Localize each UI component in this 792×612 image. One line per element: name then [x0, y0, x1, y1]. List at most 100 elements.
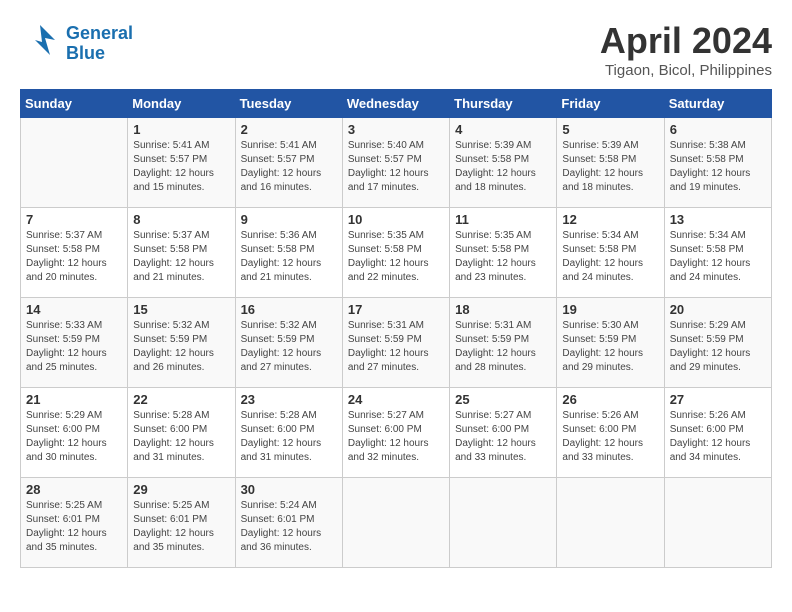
day-number: 10	[348, 212, 444, 227]
calendar-week-row: 14 Sunrise: 5:33 AM Sunset: 5:59 PM Dayli…	[21, 298, 772, 388]
day-content: Sunrise: 5:31 AM Sunset: 5:59 PM Dayligh…	[455, 319, 551, 375]
calendar-cell: 18 Sunrise: 5:31 AM Sunset: 5:59 PM Dayli…	[450, 298, 557, 388]
calendar-cell	[450, 478, 557, 568]
weekday-header: Sunday	[21, 90, 128, 118]
logo-line1: General	[66, 23, 133, 43]
calendar-cell	[21, 118, 128, 208]
day-number: 23	[241, 392, 337, 407]
logo-text: General Blue	[66, 24, 133, 64]
day-number: 24	[348, 392, 444, 407]
day-content: Sunrise: 5:26 AM Sunset: 6:00 PM Dayligh…	[670, 409, 766, 465]
calendar-cell: 1Sunrise: 5:41 AM Sunset: 5:57 PM Daylig…	[128, 118, 235, 208]
day-content: Sunrise: 5:26 AM Sunset: 6:00 PM Dayligh…	[562, 409, 658, 465]
calendar-cell: 29 Sunrise: 5:25 AM Sunset: 6:01 PM Dayli…	[128, 478, 235, 568]
day-content: Sunrise: 5:25 AM Sunset: 6:01 PM Dayligh…	[133, 499, 229, 555]
calendar-cell	[557, 478, 664, 568]
day-number: 7	[26, 212, 122, 227]
day-content: Sunrise: 5:38 AM Sunset: 5:58 PM Dayligh…	[670, 139, 766, 195]
title-block: April 2024 Tigaon, Bicol, Philippines	[600, 20, 772, 79]
day-content: Sunrise: 5:39 AM Sunset: 5:58 PM Dayligh…	[455, 139, 551, 195]
calendar-cell: 10 Sunrise: 5:35 AM Sunset: 5:58 PM Dayli…	[342, 208, 449, 298]
day-number: 21	[26, 392, 122, 407]
calendar-week-row: 1Sunrise: 5:41 AM Sunset: 5:57 PM Daylig…	[21, 118, 772, 208]
day-content: Sunrise: 5:24 AM Sunset: 6:01 PM Dayligh…	[241, 499, 337, 555]
day-content: Sunrise: 5:39 AM Sunset: 5:58 PM Dayligh…	[562, 139, 658, 195]
day-number: 20	[670, 302, 766, 317]
calendar-cell: 5 Sunrise: 5:39 AM Sunset: 5:58 PM Daylig…	[557, 118, 664, 208]
calendar-cell: 12Sunrise: 5:34 AM Sunset: 5:58 PM Dayli…	[557, 208, 664, 298]
calendar-cell	[664, 478, 771, 568]
weekday-header: Friday	[557, 90, 664, 118]
calendar-cell: 25 Sunrise: 5:27 AM Sunset: 6:00 PM Dayli…	[450, 388, 557, 478]
calendar-cell: 21 Sunrise: 5:29 AM Sunset: 6:00 PM Dayli…	[21, 388, 128, 478]
day-content: Sunrise: 5:29 AM Sunset: 5:59 PM Dayligh…	[670, 319, 766, 375]
calendar-cell: 16 Sunrise: 5:32 AM Sunset: 5:59 PM Dayli…	[235, 298, 342, 388]
logo-line2: Blue	[66, 43, 105, 63]
day-content: Sunrise: 5:27 AM Sunset: 6:00 PM Dayligh…	[348, 409, 444, 465]
calendar-table: SundayMondayTuesdayWednesdayThursdayFrid…	[20, 89, 772, 568]
weekday-header: Tuesday	[235, 90, 342, 118]
day-content: Sunrise: 5:41 AM Sunset: 5:57 PM Dayligh…	[133, 139, 229, 195]
weekday-header: Monday	[128, 90, 235, 118]
calendar-cell: 7 Sunrise: 5:37 AM Sunset: 5:58 PM Daylig…	[21, 208, 128, 298]
day-content: Sunrise: 5:27 AM Sunset: 6:00 PM Dayligh…	[455, 409, 551, 465]
day-number: 15	[133, 302, 229, 317]
weekday-header: Thursday	[450, 90, 557, 118]
day-content: Sunrise: 5:32 AM Sunset: 5:59 PM Dayligh…	[133, 319, 229, 375]
calendar-cell: 23 Sunrise: 5:28 AM Sunset: 6:00 PM Dayli…	[235, 388, 342, 478]
calendar-week-row: 7 Sunrise: 5:37 AM Sunset: 5:58 PM Daylig…	[21, 208, 772, 298]
day-number: 27	[670, 392, 766, 407]
day-content: Sunrise: 5:37 AM Sunset: 5:58 PM Dayligh…	[26, 229, 122, 285]
location-subtitle: Tigaon, Bicol, Philippines	[600, 62, 772, 79]
weekday-header: Wednesday	[342, 90, 449, 118]
day-number: 8	[133, 212, 229, 227]
calendar-cell: 19 Sunrise: 5:30 AM Sunset: 5:59 PM Dayli…	[557, 298, 664, 388]
calendar-cell: 26Sunrise: 5:26 AM Sunset: 6:00 PM Dayli…	[557, 388, 664, 478]
day-content: Sunrise: 5:33 AM Sunset: 5:59 PM Dayligh…	[26, 319, 122, 375]
day-number: 9	[241, 212, 337, 227]
day-number: 13	[670, 212, 766, 227]
page-header: General Blue April 2024 Tigaon, Bicol, P…	[20, 20, 772, 79]
calendar-cell: 3Sunrise: 5:40 AM Sunset: 5:57 PM Daylig…	[342, 118, 449, 208]
day-number: 5	[562, 122, 658, 137]
day-number: 22	[133, 392, 229, 407]
day-number: 28	[26, 482, 122, 497]
day-number: 30	[241, 482, 337, 497]
calendar-cell: 2 Sunrise: 5:41 AM Sunset: 5:57 PM Daylig…	[235, 118, 342, 208]
day-content: Sunrise: 5:35 AM Sunset: 5:58 PM Dayligh…	[455, 229, 551, 285]
calendar-cell: 28Sunrise: 5:25 AM Sunset: 6:01 PM Dayli…	[21, 478, 128, 568]
day-content: Sunrise: 5:32 AM Sunset: 5:59 PM Dayligh…	[241, 319, 337, 375]
day-number: 2	[241, 122, 337, 137]
day-number: 25	[455, 392, 551, 407]
calendar-week-row: 21 Sunrise: 5:29 AM Sunset: 6:00 PM Dayli…	[21, 388, 772, 478]
calendar-cell: 11 Sunrise: 5:35 AM Sunset: 5:58 PM Dayli…	[450, 208, 557, 298]
calendar-cell: 14 Sunrise: 5:33 AM Sunset: 5:59 PM Dayli…	[21, 298, 128, 388]
calendar-cell	[342, 478, 449, 568]
logo-icon	[20, 20, 60, 67]
day-number: 4	[455, 122, 551, 137]
day-number: 19	[562, 302, 658, 317]
weekday-header: Saturday	[664, 90, 771, 118]
day-content: Sunrise: 5:35 AM Sunset: 5:58 PM Dayligh…	[348, 229, 444, 285]
day-number: 18	[455, 302, 551, 317]
day-content: Sunrise: 5:28 AM Sunset: 6:00 PM Dayligh…	[133, 409, 229, 465]
calendar-cell: 15 Sunrise: 5:32 AM Sunset: 5:59 PM Dayli…	[128, 298, 235, 388]
calendar-cell: 8 Sunrise: 5:37 AM Sunset: 5:58 PM Daylig…	[128, 208, 235, 298]
day-number: 11	[455, 212, 551, 227]
day-number: 14	[26, 302, 122, 317]
day-number: 3	[348, 122, 444, 137]
day-number: 16	[241, 302, 337, 317]
day-number: 29	[133, 482, 229, 497]
day-content: Sunrise: 5:30 AM Sunset: 5:59 PM Dayligh…	[562, 319, 658, 375]
calendar-week-row: 28 Sunrise: 5:25 AM Sunset: 6:01 PM Dayli…	[21, 478, 772, 568]
logo: General Blue	[20, 20, 133, 67]
calendar-cell: 6 Sunrise: 5:38 AM Sunset: 5:58 PM Daylig…	[664, 118, 771, 208]
month-title: April 2024	[600, 20, 772, 62]
day-number: 6	[670, 122, 766, 137]
day-content: Sunrise: 5:29 AM Sunset: 6:00 PM Dayligh…	[26, 409, 122, 465]
day-content: Sunrise: 5:41 AM Sunset: 5:57 PM Dayligh…	[241, 139, 337, 195]
day-content: Sunrise: 5:28 AM Sunset: 6:00 PM Dayligh…	[241, 409, 337, 465]
calendar-cell: 4 Sunrise: 5:39 AM Sunset: 5:58 PM Daylig…	[450, 118, 557, 208]
calendar-header-row: SundayMondayTuesdayWednesdayThursdayFrid…	[21, 90, 772, 118]
day-content: Sunrise: 5:37 AM Sunset: 5:58 PM Dayligh…	[133, 229, 229, 285]
